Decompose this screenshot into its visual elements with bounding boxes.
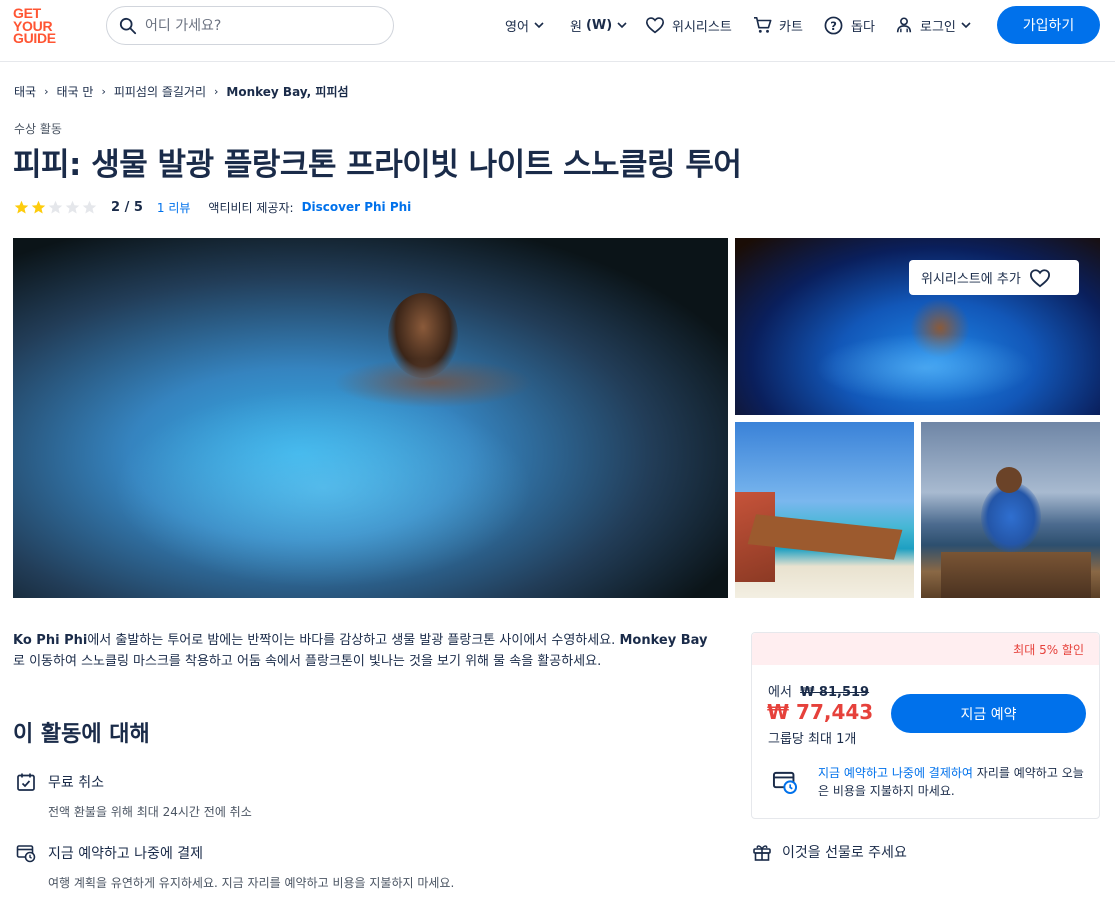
- price-unit: 그룹당 최대 1개: [768, 732, 857, 747]
- language-label: 영어: [505, 19, 529, 35]
- star-empty-icon: [82, 200, 97, 213]
- booking-card: 최대 5% 할인 에서 ₩ 81,519 ₩ 77,443 그룹당 최대 1개 …: [751, 632, 1100, 819]
- breadcrumb-item[interactable]: 태국 만: [57, 83, 94, 100]
- heart-icon: [1029, 268, 1050, 287]
- main-photo[interactable]: [13, 238, 728, 598]
- language-selector[interactable]: 영어: [505, 15, 545, 35]
- cart-link[interactable]: 카트: [753, 15, 803, 35]
- rating-value: 2 / 5: [111, 199, 143, 215]
- price-from: 에서 ₩ 81,519: [768, 681, 869, 700]
- login-menu[interactable]: 로그인: [895, 15, 972, 35]
- help-icon: ?: [824, 16, 843, 34]
- feature-description: 여행 계획을 유연하게 유지하세요. 지금 자리를 예약하고 비용을 지불하지 …: [48, 876, 455, 890]
- description-text: 에서 출발하는 투어로 밤에는 반짝이는 바다를 감상하고 생물 발광 플랑크톤…: [87, 633, 616, 648]
- logo-line-3: GUIDE: [13, 30, 56, 46]
- reserve-now-pay-later-link[interactable]: 지금 예약하고 나중에 결제하여: [818, 766, 973, 780]
- from-label: 에서: [768, 685, 792, 700]
- login-label: 로그인: [920, 19, 956, 35]
- original-price: ₩ 81,519: [800, 685, 870, 700]
- rating-row: 2 / 5 1 리뷰 액티비티 제공자: Discover Phi Phi: [14, 198, 411, 216]
- breadcrumb-separator-icon: ›: [101, 85, 106, 98]
- activity-category: 수상 활동: [14, 122, 62, 136]
- signup-button[interactable]: 가입하기: [997, 6, 1100, 44]
- feature-name: 지금 예약하고 나중에 결제: [48, 846, 204, 862]
- user-group-icon: [896, 17, 912, 33]
- breadcrumb-item[interactable]: 태국: [14, 83, 36, 100]
- breadcrumb-current[interactable]: Monkey Bay, 피피섬: [226, 83, 348, 100]
- wishlist-link[interactable]: 위시리스트: [645, 15, 732, 35]
- description-place: Ko Phi Phi: [13, 633, 88, 648]
- gift-label: 이것을 선물로 주세요: [782, 845, 907, 861]
- provider-label: 액티비티 제공자:: [208, 200, 294, 215]
- description-place: Monkey Bay: [619, 633, 708, 648]
- reserve-now-pay-later-note: 지금 예약하고 나중에 결제하여 자리를 예약하고 오늘은 비용을 지불하지 마…: [772, 763, 1092, 803]
- gallery-photo[interactable]: [921, 422, 1100, 598]
- currency-label: 원: [570, 19, 582, 35]
- current-price: ₩ 77,443: [767, 700, 874, 724]
- help-label: 돕다: [851, 19, 875, 35]
- cart-label: 카트: [779, 19, 803, 35]
- note-text: 지금 예약하고 나중에 결제하여 자리를 예약하고 오늘은 비용을 지불하지 마…: [818, 764, 1088, 800]
- search-icon: [119, 17, 137, 34]
- discount-banner: 최대 5% 할인: [752, 633, 1099, 665]
- wishlist-label: 위시리스트: [672, 19, 732, 35]
- chevron-down-icon: [961, 22, 971, 29]
- search-bar[interactable]: [106, 6, 394, 45]
- getyourguide-logo[interactable]: GET YOUR GUIDE: [13, 6, 67, 46]
- about-section-title: 이 활동에 대해: [13, 722, 150, 747]
- search-input[interactable]: [145, 17, 375, 34]
- book-now-button[interactable]: 지금 예약: [891, 694, 1086, 733]
- star-rating: [14, 200, 97, 215]
- calendar-check-icon: [17, 773, 35, 791]
- chevron-down-icon: [534, 22, 544, 29]
- gift-link[interactable]: 이것을 선물로 주세요: [752, 842, 907, 862]
- card-clock-icon: [16, 845, 36, 863]
- add-to-wishlist-button[interactable]: 위시리스트에 추가: [909, 260, 1079, 295]
- feature-description: 전액 환불을 위해 최대 24시간 전에 취소: [48, 805, 252, 819]
- currency-selector[interactable]: 원 (W): [570, 15, 628, 35]
- star-filled-icon: [14, 200, 29, 213]
- breadcrumb-item[interactable]: 피피섬의 즐길거리: [114, 83, 206, 100]
- add-to-wishlist-label: 위시리스트에 추가: [921, 272, 1021, 287]
- breadcrumb: 태국 › 태국 만 › 피피섬의 즐길거리 › Monkey Bay, 피피섬: [14, 83, 349, 100]
- gift-icon: [753, 845, 771, 861]
- top-header: GET YOUR GUIDE 영어 원 (W) 위시리스트 카트 ? 돕다 로그…: [0, 0, 1115, 62]
- activity-description: Ko Phi Phi에서 출발하는 투어로 밤에는 반짝이는 바다를 감상하고 …: [13, 631, 713, 672]
- chevron-down-icon: [617, 22, 627, 29]
- help-link[interactable]: ? 돕다: [824, 15, 875, 35]
- provider-link[interactable]: Discover Phi Phi: [302, 200, 412, 214]
- star-empty-icon: [48, 200, 63, 213]
- breadcrumb-separator-icon: ›: [44, 85, 49, 98]
- heart-icon: [645, 17, 665, 34]
- description-text: 로 이동하여 스노클링 마스크를 착용하고 어둠 속에서 플랑크톤이 빛나는 것…: [13, 653, 602, 669]
- reviews-link[interactable]: 1 리뷰: [157, 199, 191, 216]
- svg-text:?: ?: [830, 18, 837, 32]
- card-clock-icon: [772, 771, 798, 795]
- star-empty-icon: [65, 200, 80, 213]
- page-title: 피피: 생물 발광 플랑크톤 프라이빗 나이트 스노클링 투어: [13, 147, 742, 183]
- currency-symbol: (W): [585, 17, 613, 33]
- cart-icon: [754, 16, 772, 33]
- feature-name: 무료 취소: [48, 775, 104, 791]
- gallery-photo[interactable]: [735, 422, 914, 598]
- breadcrumb-separator-icon: ›: [213, 85, 219, 98]
- star-filled-icon: [31, 200, 46, 213]
